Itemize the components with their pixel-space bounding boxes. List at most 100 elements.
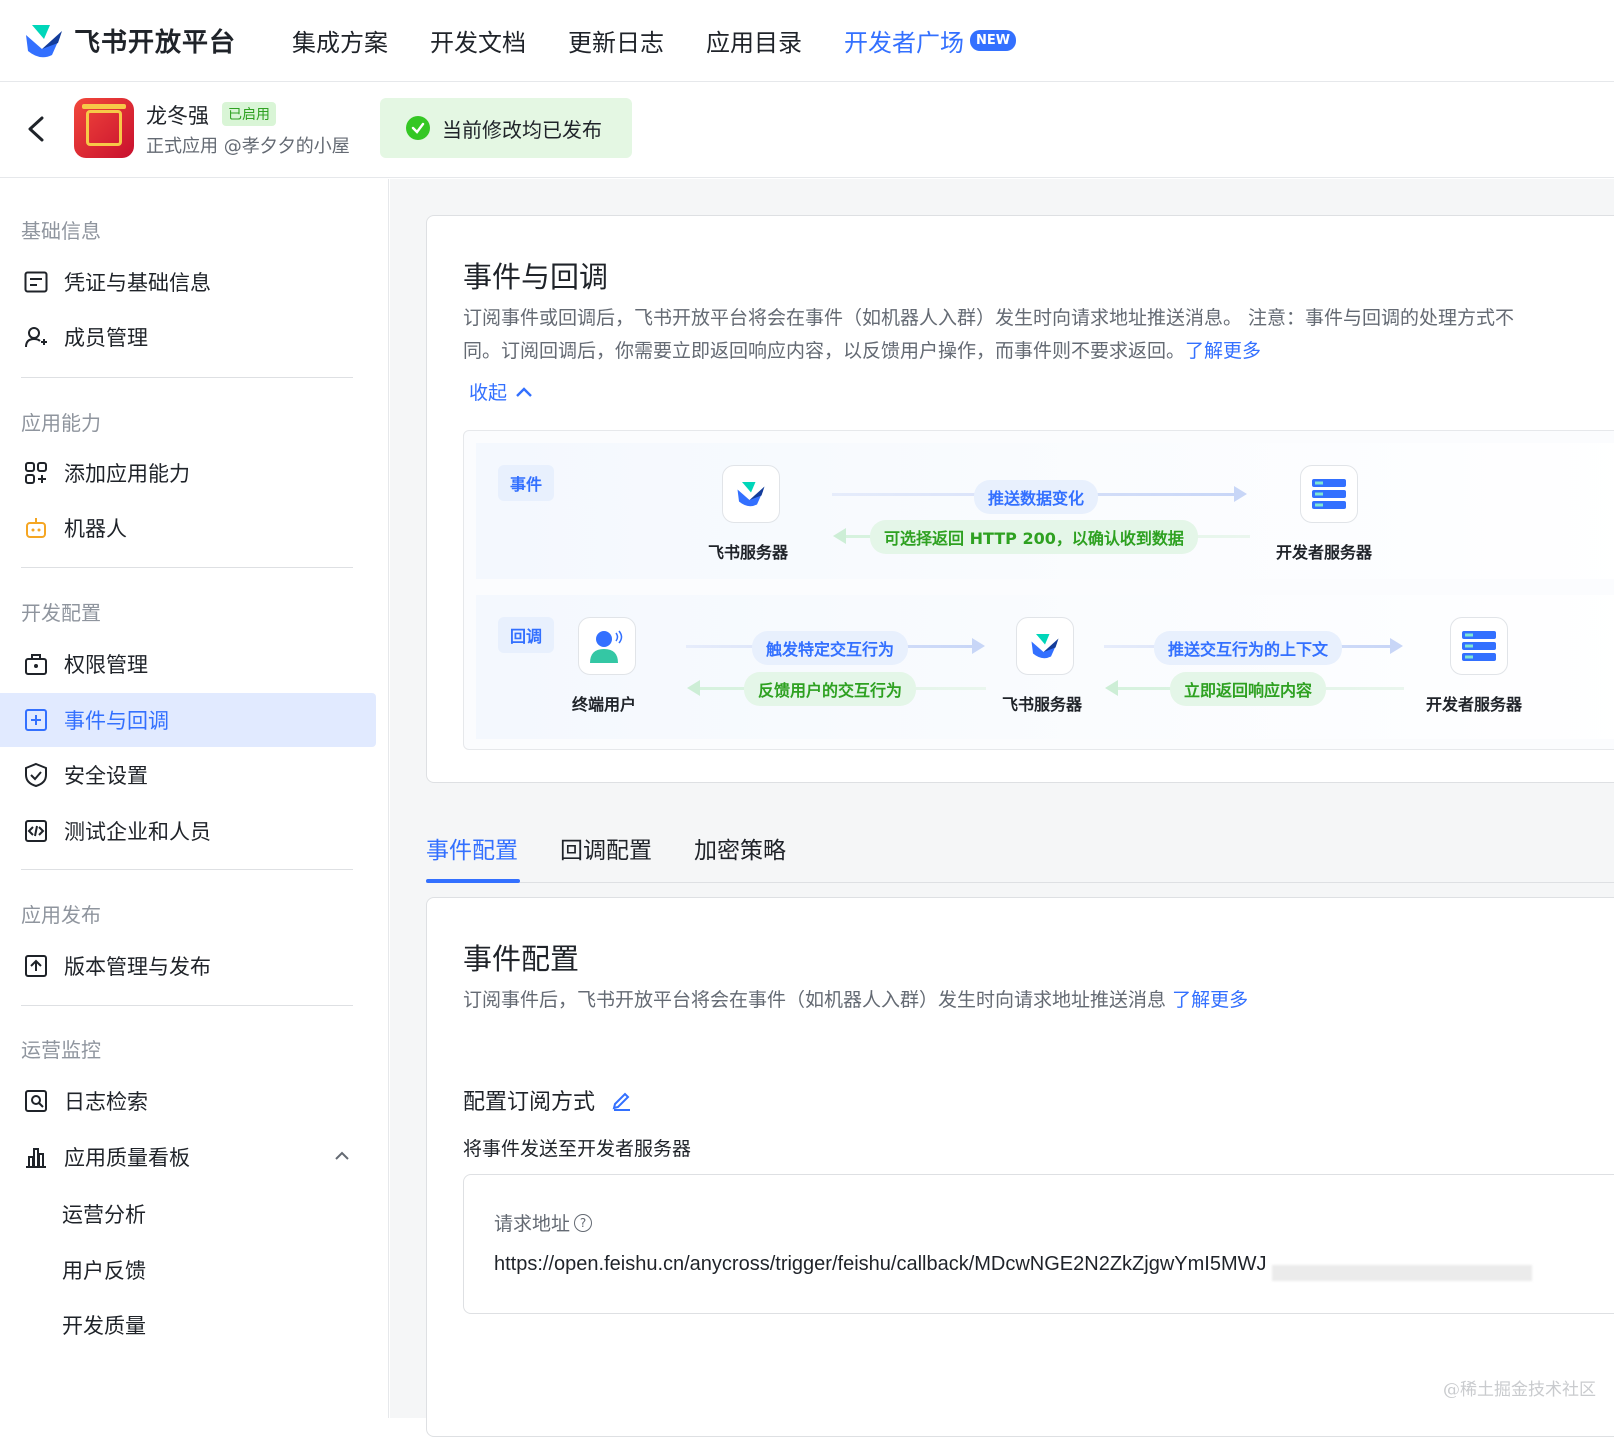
events-callbacks-card: 事件与回调 订阅事件或回调后，飞书开放平台将会在事件（如机器人入群）发生时向请求…	[426, 215, 1614, 783]
push-context-pill: 推送交互行为的上下文	[1154, 631, 1342, 665]
request-url-value[interactable]: https://open.feishu.cn/anycross/trigger/…	[494, 1253, 1267, 1276]
section-title: 事件配置	[463, 936, 579, 978]
description-line: 订阅事件或回调后，飞书开放平台将会在事件（如机器人入群）发生时向请求地址推送消息…	[463, 302, 1614, 335]
return-200-pill: 可选择返回 HTTP 200，以确认收到数据	[870, 520, 1198, 554]
sidebar-item-quality-dashboard[interactable]: 应用质量看板	[0, 1130, 376, 1184]
shield-icon	[22, 761, 50, 789]
active-tab-indicator	[426, 879, 520, 883]
sidebar-item-label: 权限管理	[64, 649, 148, 679]
feishu-logo-icon	[733, 479, 769, 509]
divider	[21, 1005, 353, 1006]
sidebar-item-versions[interactable]: 版本管理与发布	[0, 939, 376, 993]
send-target-text: 将事件发送至开发者服务器	[463, 1134, 691, 1161]
redaction-mask	[1272, 1265, 1532, 1281]
nav-app-directory[interactable]: 应用目录	[706, 23, 802, 58]
section-title-dev-config: 开发配置	[21, 597, 101, 626]
brand-name: 飞书开放平台	[74, 22, 236, 59]
server-icon	[1311, 478, 1347, 510]
nav-changelog[interactable]: 更新日志	[568, 23, 664, 58]
sidebar-item-label: 添加应用能力	[64, 458, 190, 488]
end-user-label: 终端用户	[572, 691, 636, 715]
developer-server-node	[1300, 465, 1358, 523]
trigger-pill: 触发特定交互行为	[752, 631, 908, 665]
back-arrow-icon[interactable]	[22, 112, 50, 146]
feishu-server-node	[722, 465, 780, 523]
sidebar-subitem-operations[interactable]: 运营分析	[62, 1199, 146, 1229]
arrow-right-icon	[972, 638, 985, 654]
divider	[21, 869, 353, 870]
feishu-server-label: 飞书服务器	[708, 539, 788, 563]
new-badge: NEW	[970, 30, 1016, 51]
chevron-up-icon[interactable]	[334, 1150, 350, 1162]
sidebar-item-label: 事件与回调	[64, 705, 169, 735]
tab-event-config[interactable]: 事件配置	[426, 831, 518, 865]
section-title-capability: 应用能力	[21, 407, 101, 436]
page-title: 事件与回调	[463, 254, 608, 296]
briefcase-icon	[22, 650, 50, 678]
add-user-icon	[22, 323, 50, 351]
brand[interactable]: 飞书开放平台	[22, 21, 292, 61]
app-avatar-decoration	[82, 104, 126, 109]
app-avatar-frame	[86, 110, 122, 146]
callback-tag: 回调	[498, 617, 554, 653]
sidebar-item-events-callbacks[interactable]: 事件与回调	[0, 693, 376, 747]
tab-callback-config[interactable]: 回调配置	[560, 831, 652, 865]
sidebar-item-members[interactable]: 成员管理	[0, 310, 376, 364]
sidebar-item-security[interactable]: 安全设置	[0, 748, 376, 802]
section-description: 订阅事件后，飞书开放平台将会在事件（如机器人入群）发生时向请求地址推送消息 了解…	[463, 984, 1614, 1017]
event-plus-icon	[22, 706, 50, 734]
grid-plus-icon	[22, 459, 50, 487]
end-user-node	[578, 617, 636, 675]
arrow-right-icon	[1390, 638, 1403, 654]
sidebar-subitem-feedback[interactable]: 用户反馈	[62, 1255, 146, 1285]
sidebar-item-label: 机器人	[64, 513, 127, 543]
sidebar-item-credentials[interactable]: 凭证与基础信息	[0, 255, 376, 309]
subscribe-method-heading: 配置订阅方式	[463, 1084, 633, 1116]
id-card-icon	[22, 268, 50, 296]
nav-developer-plaza[interactable]: 开发者广场	[844, 23, 964, 58]
learn-more-link[interactable]: 了解更多	[1172, 989, 1248, 1011]
description-text: 订阅事件后，飞书开放平台将会在事件（如机器人入群）发生时向请求地址推送消息	[463, 989, 1166, 1011]
main-content: 事件与回调 订阅事件或回调后，飞书开放平台将会在事件（如机器人入群）发生时向请求…	[390, 179, 1614, 1418]
sidebar-item-bot[interactable]: 机器人	[0, 501, 376, 555]
description-text: 同。订阅回调后，你需要立即返回响应内容，以反馈用户操作，而事件则不要求返回。	[463, 340, 1185, 362]
developer-server-label: 开发者服务器	[1426, 691, 1522, 715]
server-icon	[1461, 630, 1497, 662]
feishu-server-label: 飞书服务器	[1002, 691, 1082, 715]
edit-icon[interactable]	[611, 1089, 633, 1111]
upload-box-icon	[22, 952, 50, 980]
publish-status-text: 当前修改均已发布	[442, 114, 602, 143]
request-url-label-row: 请求地址 ?	[494, 1209, 592, 1236]
chevron-up-icon	[515, 386, 533, 398]
push-data-pill: 推送数据变化	[974, 480, 1098, 514]
sidebar-item-permissions[interactable]: 权限管理	[0, 637, 376, 691]
nav-docs[interactable]: 开发文档	[430, 23, 526, 58]
check-circle-icon	[406, 116, 430, 140]
learn-more-link[interactable]: 了解更多	[1185, 340, 1261, 362]
developer-server-node	[1450, 617, 1508, 675]
sidebar-item-label: 成员管理	[64, 322, 148, 352]
sidebar-item-label: 应用质量看板	[64, 1142, 190, 1172]
feedback-pill: 反馈用户的交互行为	[744, 672, 916, 706]
sidebar-subitem-dev-quality[interactable]: 开发质量	[62, 1310, 146, 1340]
subscribe-method-title: 配置订阅方式	[463, 1084, 595, 1116]
sidebar: 基础信息 凭证与基础信息 成员管理 应用能力 添加应用能力 机器人 开发配置 权…	[0, 179, 389, 1418]
tab-encryption[interactable]: 加密策略	[694, 831, 786, 865]
sidebar-item-test-tenants[interactable]: 测试企业和人员	[0, 804, 376, 858]
nav-integration[interactable]: 集成方案	[292, 23, 388, 58]
sidebar-item-label: 版本管理与发布	[64, 951, 211, 981]
bar-chart-icon	[22, 1143, 50, 1171]
watermark: @稀土掘金技术社区	[1443, 1375, 1596, 1400]
sidebar-item-log-search[interactable]: 日志检索	[0, 1074, 376, 1128]
collapse-toggle[interactable]: 收起	[469, 378, 533, 405]
flow-diagram: 事件 飞书服务器 推送数据变化 可选择返回 HTTP 200，以确认收到数据 开…	[463, 430, 1614, 750]
help-icon[interactable]: ?	[574, 1214, 592, 1232]
collapse-label: 收起	[469, 378, 507, 405]
status-badge: 已启用	[222, 102, 276, 126]
feishu-logo-icon	[22, 21, 66, 61]
sidebar-item-add-capability[interactable]: 添加应用能力	[0, 446, 376, 500]
developer-server-label: 开发者服务器	[1276, 539, 1372, 563]
app-header: 龙冬强 已启用 正式应用 @孝夕夕的小屋 当前修改均已发布	[0, 82, 1614, 178]
divider	[21, 377, 353, 378]
page-description: 订阅事件或回调后，飞书开放平台将会在事件（如机器人入群）发生时向请求地址推送消息…	[463, 302, 1614, 368]
